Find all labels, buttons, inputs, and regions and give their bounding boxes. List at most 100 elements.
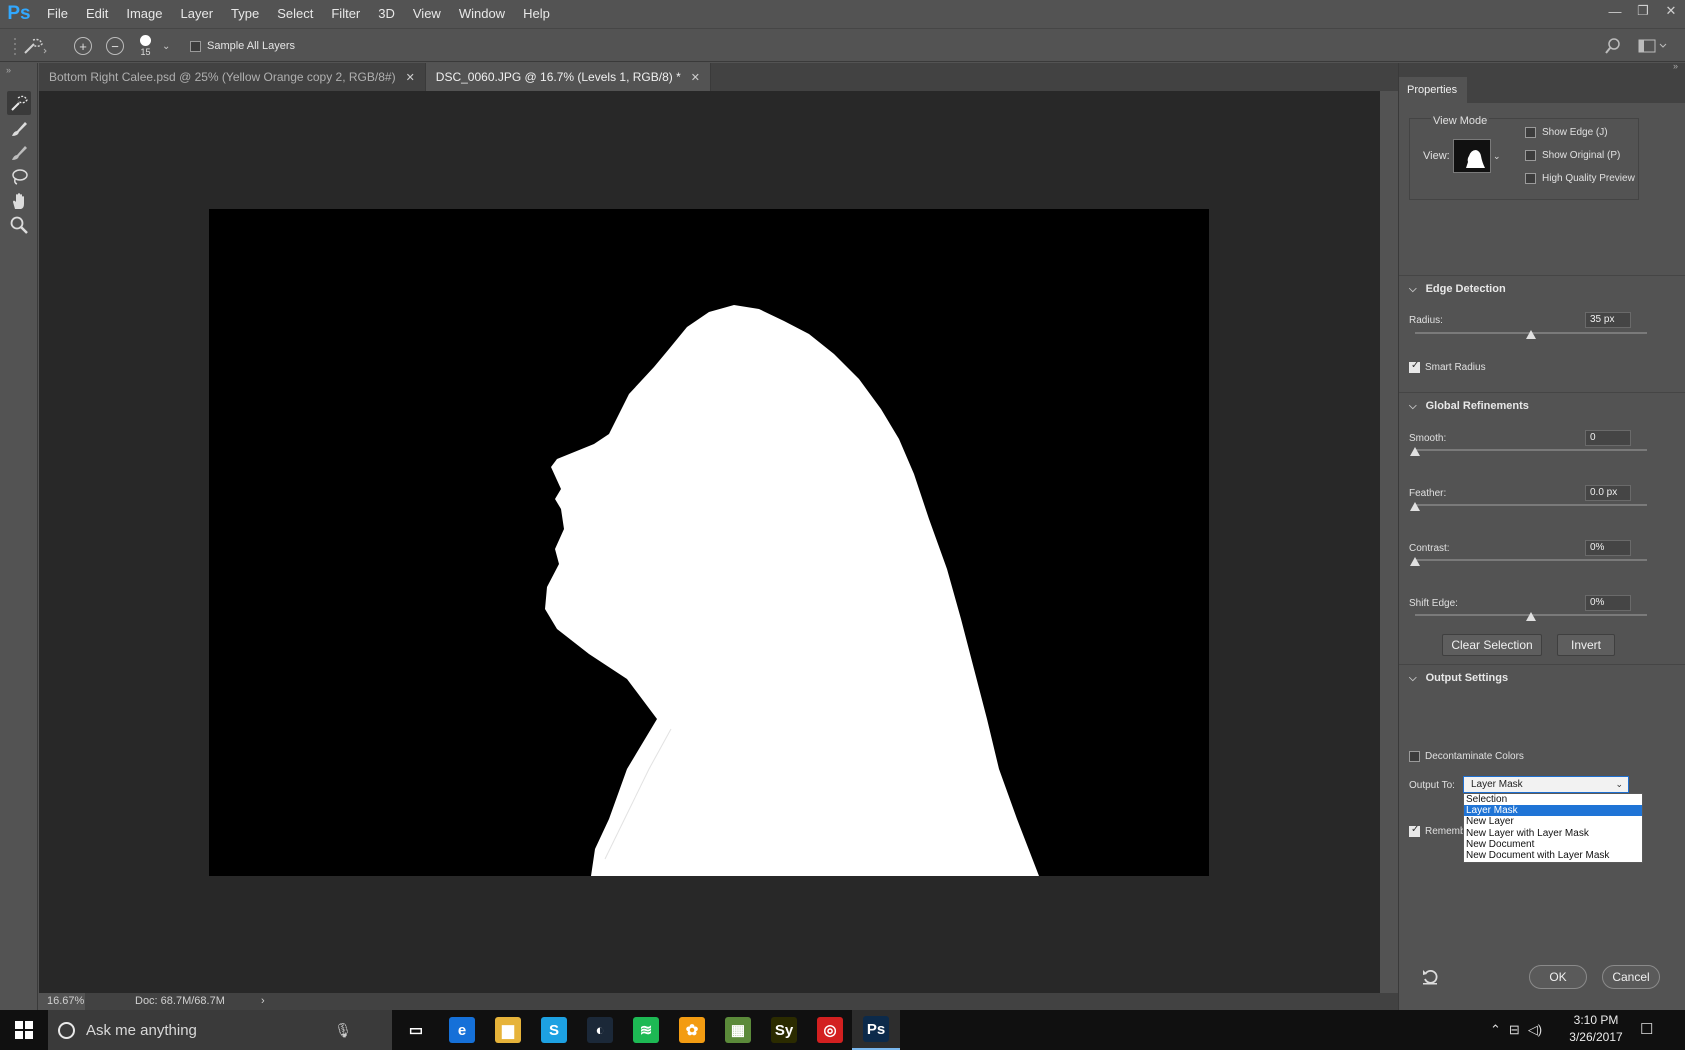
close-tab-icon[interactable]: ✕ [406,71,415,84]
network-icon[interactable]: ⊟ [1509,1022,1520,1038]
hand-tool-icon[interactable] [7,189,31,213]
windows-start-button[interactable] [0,1010,48,1050]
radius-input[interactable]: 35 px [1585,312,1631,328]
feather-input[interactable]: 0.0 px [1585,485,1631,501]
smart-radius-checkbox[interactable] [1409,360,1420,373]
menu-layer[interactable]: Layer [172,0,223,28]
sample-all-layers-checkbox[interactable] [190,40,201,52]
output-option[interactable]: New Document [1464,839,1642,850]
output-to-select[interactable]: Layer Mask ⌄ [1463,776,1629,793]
global-refinements-header[interactable]: ⌵ Global Refinements [1409,400,1529,412]
contrast-input[interactable]: 0% [1585,540,1631,556]
taskbar-clock[interactable]: 3:10 PM 3/26/2017 [1562,1012,1630,1046]
canvas-area[interactable] [39,91,1380,993]
shift-edge-input[interactable]: 0% [1585,595,1631,611]
invert-button[interactable]: Invert [1557,634,1615,656]
add-to-selection-button[interactable]: + [74,29,92,63]
chevron-up-icon[interactable]: ⌃ [1490,1022,1501,1038]
chevron-down-icon[interactable]: ⌄ [162,29,170,63]
feather-slider-track[interactable] [1415,504,1647,506]
smooth-input[interactable]: 0 [1585,430,1631,446]
feather-slider-thumb[interactable] [1410,502,1420,511]
menu-window[interactable]: Window [450,0,514,28]
quick-selection-tool-icon[interactable] [7,91,31,115]
show-edge-checkbox[interactable] [1525,127,1536,138]
smooth-slider-thumb[interactable] [1410,447,1420,456]
brush-size-picker[interactable]: 15 [140,29,151,63]
collapse-panel-icon[interactable]: » [1673,61,1678,71]
smooth-slider-track[interactable] [1415,449,1647,451]
minimize-icon[interactable]: — [1601,0,1629,22]
sy-app-taskbar-button[interactable]: Sy [760,1010,808,1050]
menu-type[interactable]: Type [222,0,268,28]
tab-bottom-right-calee[interactable]: Bottom Right Calee.psd @ 25% (Yellow Ora… [39,63,426,91]
skype-taskbar-button[interactable]: S [530,1010,578,1050]
output-settings-header[interactable]: ⌵ Output Settings [1409,672,1508,684]
output-option[interactable]: New Document with Layer Mask [1464,850,1642,861]
file-explorer-taskbar-button[interactable]: ▆ [484,1010,532,1050]
brush-tool-icon[interactable] [7,141,31,165]
volume-icon[interactable]: ◁) [1528,1022,1542,1038]
cortana-search-box[interactable]: Ask me anything 🎙 [48,1010,392,1050]
creative-cloud-taskbar-button[interactable]: ◎ [806,1010,854,1050]
radius-slider-thumb[interactable] [1526,330,1536,339]
spotify-taskbar-button[interactable]: ≋ [622,1010,670,1050]
edge-taskbar-button[interactable]: e [438,1010,486,1050]
task-view-taskbar-button[interactable]: ▭ [392,1010,440,1050]
search-icon[interactable] [1605,29,1621,63]
chevron-down-icon[interactable]: ⌄ [1493,151,1501,162]
high-quality-preview-checkbox[interactable] [1525,173,1536,184]
minecraft-taskbar-button[interactable]: ▦ [714,1010,762,1050]
fl-studio-taskbar-button[interactable]: ✿ [668,1010,716,1050]
menu-image[interactable]: Image [117,0,171,28]
shift-edge-slider-thumb[interactable] [1526,612,1536,621]
action-center-icon[interactable]: ☐ [1640,1020,1653,1038]
show-original-checkbox[interactable] [1525,150,1536,161]
menu-edit[interactable]: Edit [77,0,117,28]
ok-button[interactable]: OK [1529,965,1587,989]
chevron-right-icon[interactable]: › [261,993,265,1010]
remember-settings-option[interactable]: Rememb [1409,824,1466,837]
restore-icon[interactable]: ❐ [1629,0,1657,22]
menu-file[interactable]: File [38,0,77,28]
decontaminate-colors-option[interactable]: Decontaminate Colors [1409,751,1524,762]
decontaminate-colors-checkbox[interactable] [1409,751,1420,762]
cancel-button[interactable]: Cancel [1602,965,1660,989]
collapse-panel-icon[interactable]: » [6,65,11,75]
output-option[interactable]: Selection [1464,794,1642,805]
smart-radius-option[interactable]: Smart Radius [1409,360,1486,373]
menu-filter[interactable]: Filter [322,0,369,28]
zoom-level[interactable]: 16.67% [39,993,85,1010]
output-option[interactable]: New Layer with Layer Mask [1464,828,1642,839]
contrast-slider-thumb[interactable] [1410,557,1420,566]
lasso-tool-icon[interactable] [7,165,31,189]
microphone-icon[interactable]: 🎙 [334,1022,352,1039]
menu-help[interactable]: Help [514,0,559,28]
view-thumbnail[interactable] [1453,139,1491,173]
refine-radius-tool-preset-icon[interactable] [22,29,48,63]
workspace-icon[interactable] [1638,29,1668,63]
zoom-tool-icon[interactable] [7,213,31,237]
high-quality-preview-option[interactable]: High Quality Preview [1525,173,1635,184]
menu-3d[interactable]: 3D [369,0,404,28]
remember-settings-checkbox[interactable] [1409,824,1420,837]
layer-mask-preview-image[interactable] [209,209,1209,876]
close-tab-icon[interactable]: ✕ [691,71,700,84]
menu-select[interactable]: Select [268,0,322,28]
close-icon[interactable]: ✕ [1657,0,1685,22]
reset-icon[interactable] [1421,968,1441,989]
menu-view[interactable]: View [404,0,450,28]
show-edge-option[interactable]: Show Edge (J) [1525,127,1608,138]
edge-detection-header[interactable]: ⌵ Edge Detection [1409,283,1506,295]
output-option[interactable]: Layer Mask [1464,805,1642,817]
refine-edge-brush-icon[interactable] [7,117,31,141]
subtract-from-selection-button[interactable]: − [106,29,124,63]
tab-dsc-0060[interactable]: DSC_0060.JPG @ 16.7% (Levels 1, RGB/8) *… [425,63,711,91]
clear-selection-button[interactable]: Clear Selection [1442,634,1542,656]
properties-tab[interactable]: Properties [1399,77,1467,103]
show-original-option[interactable]: Show Original (P) [1525,150,1620,161]
photoshop-taskbar-taskbar-button[interactable]: Ps [852,1010,900,1050]
steam-taskbar-button[interactable]: ◐ [576,1010,624,1050]
sample-all-layers-option[interactable]: Sample All Layers [190,29,295,63]
contrast-slider-track[interactable] [1415,559,1647,561]
